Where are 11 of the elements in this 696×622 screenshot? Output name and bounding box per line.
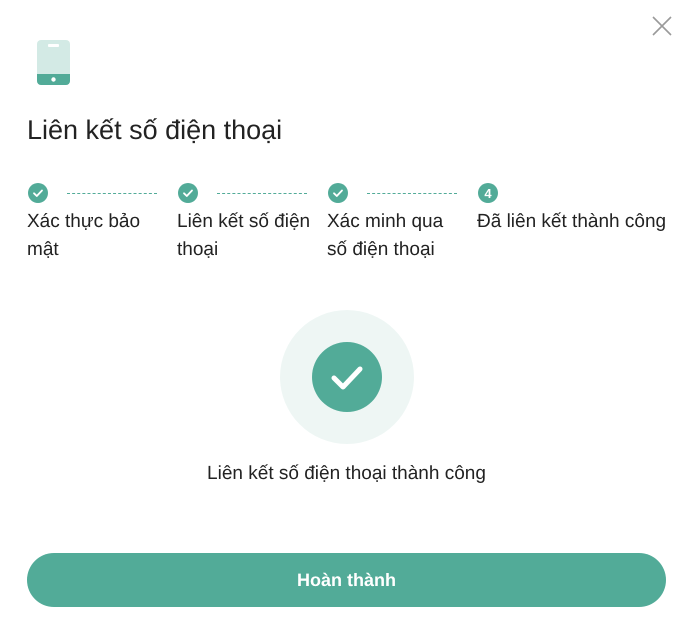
dialog-title: Liên kết số điện thoại	[27, 115, 282, 145]
step-label: Đã liên kết thành công	[477, 210, 666, 234]
step-label: Xác minh qua số điện thoại	[327, 210, 444, 262]
step-label: Xác thực bảo mật	[27, 210, 142, 262]
done-button[interactable]: Hoàn thành	[27, 553, 666, 607]
close-icon[interactable]	[652, 16, 672, 36]
phone-icon	[37, 40, 70, 85]
success-check-icon	[280, 310, 414, 444]
success-message: Liên kết số điện thoại thành công	[207, 462, 486, 486]
step-label: Liên kết số điện thoại	[177, 210, 312, 262]
step-number: 4	[478, 183, 498, 203]
